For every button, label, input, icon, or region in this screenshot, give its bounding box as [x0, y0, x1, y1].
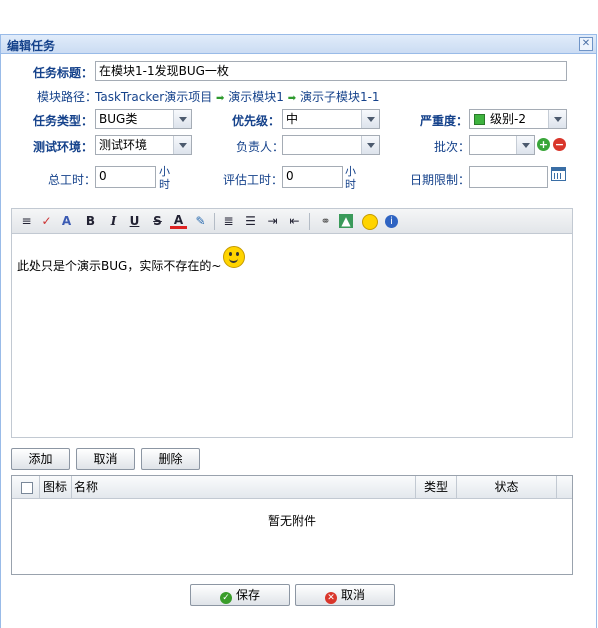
arrow-right-icon: ➡ [216, 93, 225, 104]
smiley-icon [223, 246, 246, 268]
estimate-hours-unit: 小时 [345, 165, 356, 191]
column-status[interactable]: 状态 [457, 476, 557, 498]
owner-select[interactable] [282, 135, 380, 155]
add-attachment-button[interactable]: 添加 [11, 448, 70, 470]
spellcheck-icon[interactable]: ✓ [38, 213, 55, 230]
task-type-value: BUG类 [99, 112, 138, 126]
indent-icon[interactable]: ⇥ [264, 213, 281, 230]
dialog-titlebar[interactable]: 编辑任务 ✕ [1, 35, 596, 54]
priority-value: 中 [286, 112, 299, 126]
task-type-label: 任务类型： [33, 114, 94, 128]
toolbar-divider [214, 213, 215, 230]
date-limit-input[interactable] [469, 166, 548, 188]
remove-batch-icon[interactable]: − [553, 138, 566, 151]
cancel-label: 取消 [340, 588, 365, 602]
delete-attachment-button[interactable]: 删除 [141, 448, 200, 470]
chevron-down-icon[interactable] [361, 110, 379, 128]
severity-select[interactable]: 级别-2 [469, 109, 567, 129]
check-icon: ✓ [219, 592, 232, 604]
editor-content[interactable]: 此处只是个演示BUG，实际不存在的~ [17, 246, 246, 276]
emoticon-icon[interactable] [361, 213, 378, 230]
save-label: 保存 [235, 588, 260, 602]
module-path: TaskTracker演示项目 ➡ 演示模块1 ➡ 演示子模块1-1 [95, 88, 380, 105]
font-color-icon[interactable]: A [170, 213, 187, 229]
estimate-hours-input[interactable]: 0 [282, 166, 343, 188]
priority-label: 优先级： [232, 114, 281, 128]
grid-header: 图标 名称 类型 状态 [12, 476, 572, 499]
module-path-label: 模块路径： [37, 90, 98, 104]
severity-label: 严重度： [420, 114, 469, 128]
cancel-attachment-button[interactable]: 取消 [76, 448, 135, 470]
underline-icon[interactable]: U [126, 213, 143, 230]
attachments-grid: 图标 名称 类型 状态 暂无附件 [11, 475, 573, 575]
priority-select[interactable]: 中 [282, 109, 380, 129]
hours-unit-line2: 时 [345, 178, 356, 191]
task-type-select[interactable]: BUG类 [95, 109, 192, 129]
test-env-label: 测试环境： [33, 140, 94, 154]
module-path-project[interactable]: TaskTracker演示项目 [95, 90, 212, 104]
format-icon[interactable]: ≡ [18, 213, 35, 230]
align-icon[interactable]: ≣ [220, 213, 237, 230]
list-icon[interactable]: ☰ [242, 213, 259, 230]
chevron-down-icon[interactable] [548, 110, 566, 128]
save-button[interactable]: ✓ 保存 [190, 584, 290, 606]
link-icon[interactable]: ⚭ [317, 213, 334, 230]
cancel-button[interactable]: ✕ 取消 [295, 584, 395, 606]
task-title-input[interactable]: 在模块1-1发现BUG一枚 [95, 61, 567, 81]
arrow-right-icon: ➡ [287, 93, 297, 104]
bold-icon[interactable]: B [82, 213, 99, 230]
empty-attachments-text: 暂无附件 [267, 514, 316, 528]
font-icon[interactable]: A [58, 213, 75, 230]
batch-label: 批次： [434, 140, 471, 154]
image-icon[interactable]: ▲ [339, 214, 353, 228]
select-all-checkbox[interactable] [21, 482, 33, 494]
estimate-hours-label: 评估工时： [223, 173, 284, 187]
date-limit-label: 日期限制： [410, 173, 471, 187]
outdent-icon[interactable]: ⇤ [286, 213, 303, 230]
editor-content-text: 此处只是个演示BUG，实际不存在的~ [17, 259, 222, 273]
chevron-down-icon[interactable] [516, 136, 534, 154]
severity-value: 级别-2 [490, 112, 526, 126]
editor-toolbar: ≡ ✓ A B I U S A ✎ ≣ ☰ ⇥ ⇤ ⚭ ▲ i [11, 208, 573, 234]
add-batch-icon[interactable]: + [537, 138, 550, 151]
test-env-value: 测试环境 [99, 138, 148, 152]
hours-unit-line1: 小 [159, 165, 170, 178]
module-path-submodule[interactable]: 演示子模块1-1 [300, 90, 380, 104]
hours-unit-line2: 时 [159, 178, 170, 191]
dialog-title: 编辑任务 [7, 39, 56, 53]
highlight-icon[interactable]: ✎ [192, 213, 209, 230]
italic-icon[interactable]: I [105, 213, 122, 230]
total-hours-label: 总工时： [48, 173, 97, 187]
rich-text-editor[interactable]: 此处只是个演示BUG，实际不存在的~ [11, 234, 573, 438]
batch-select[interactable] [469, 135, 535, 155]
calendar-icon[interactable] [551, 167, 566, 181]
strikethrough-icon[interactable]: S [149, 213, 166, 230]
module-path-module[interactable]: 演示模块1 [228, 90, 284, 104]
flag-icon [474, 114, 485, 125]
select-all-column [12, 476, 40, 498]
cancel-icon: ✕ [324, 592, 337, 604]
total-hours-unit: 小时 [159, 165, 170, 191]
toolbar-divider [309, 213, 310, 230]
owner-label: 负责人： [236, 140, 285, 154]
info-icon[interactable]: i [383, 213, 400, 230]
close-icon[interactable]: ✕ [579, 37, 593, 51]
total-hours-input[interactable]: 0 [95, 166, 156, 188]
task-title-label: 任务标题： [33, 66, 94, 80]
chevron-down-icon[interactable] [173, 136, 191, 154]
hours-unit-line1: 小 [345, 165, 356, 178]
column-icon[interactable]: 图标 [40, 476, 72, 498]
column-name[interactable]: 名称 [72, 476, 416, 498]
column-type[interactable]: 类型 [416, 476, 457, 498]
chevron-down-icon[interactable] [173, 110, 191, 128]
chevron-down-icon[interactable] [361, 136, 379, 154]
test-env-select[interactable]: 测试环境 [95, 135, 192, 155]
